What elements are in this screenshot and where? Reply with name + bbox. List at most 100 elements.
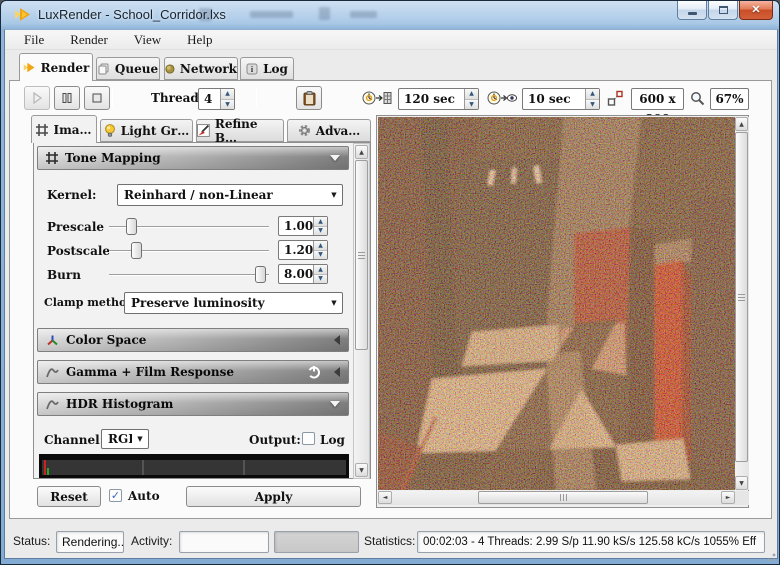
spin-up-icon[interactable]: ▲ <box>586 89 599 100</box>
tab-network[interactable]: Network <box>164 57 238 80</box>
burn-value: 8.000 <box>279 265 313 283</box>
prescale-stepper[interactable]: 1.000 ▲▼ <box>278 216 328 236</box>
apply-button[interactable]: Apply <box>186 486 361 507</box>
spin-down-icon[interactable]: ▼ <box>221 100 234 110</box>
spin-up-icon[interactable]: ▲ <box>314 241 327 251</box>
postscale-label: Postscale <box>47 244 110 258</box>
burn-slider[interactable] <box>109 274 269 276</box>
prescale-slider-handle[interactable] <box>126 218 137 235</box>
auto-checkbox[interactable]: ✓ <box>109 489 122 502</box>
chevron-down-icon <box>330 401 340 407</box>
spin-down-icon[interactable]: ▼ <box>314 251 327 260</box>
maximize-button[interactable] <box>708 1 738 20</box>
postscale-stepper[interactable]: 1.200 ▲▼ <box>278 240 328 260</box>
color-space-header[interactable]: Color Space <box>37 328 349 352</box>
spin-down-icon[interactable]: ▼ <box>314 227 327 236</box>
preview-horizontal-scrollbar[interactable]: ◄ ► <box>378 491 735 505</box>
preview-hscroll-thumb[interactable] <box>478 491 648 504</box>
resolution-field[interactable]: 600 x 800 <box>631 88 684 110</box>
spin-up-icon[interactable]: ▲ <box>221 89 234 100</box>
tab-refine-brush[interactable]: Refine B… <box>196 119 284 142</box>
tab-light-groups[interactable]: Light Gr… <box>100 119 193 142</box>
chevron-left-icon <box>334 335 340 345</box>
pages-icon <box>98 63 110 75</box>
spinner-buttons[interactable]: ▲▼ <box>585 89 599 109</box>
resume-render-button[interactable] <box>24 86 50 110</box>
tab-advanced[interactable]: Adva… <box>287 119 371 142</box>
gamma-film-response-header[interactable]: Gamma + Film Response <box>37 360 349 384</box>
threads-stepper[interactable]: 4 ▲▼ <box>198 88 235 110</box>
copy-to-clipboard-button[interactable] <box>296 86 322 110</box>
titlebar[interactable]: LuxRender - School_Corridor.lxs ✕ <box>1 1 780 29</box>
log-checkbox[interactable] <box>302 432 315 445</box>
tone-mapping-header[interactable]: Tone Mapping <box>37 146 349 170</box>
pause-render-button[interactable] <box>54 86 80 110</box>
scroll-down-icon[interactable]: ▼ <box>355 463 368 477</box>
panel-scrollbar-thumb[interactable] <box>355 160 368 350</box>
channel-select[interactable]: RGB ▼ <box>101 429 149 449</box>
pause-icon <box>61 92 73 104</box>
postscale-slider-handle[interactable] <box>131 242 142 259</box>
spinner-buttons[interactable]: ▲▼ <box>464 89 478 109</box>
statistics-label: Statistics: <box>364 534 415 548</box>
gear-icon <box>298 124 311 137</box>
kernel-value: Reinhard / non-Linear <box>118 188 326 202</box>
burn-slider-handle[interactable] <box>255 266 266 283</box>
tab-imaging[interactable]: Ima… <box>31 115 97 143</box>
scroll-right-icon[interactable]: ► <box>721 491 735 504</box>
minimize-button[interactable] <box>677 1 707 20</box>
preview-vertical-scrollbar[interactable]: ▲ ▼ <box>735 117 749 490</box>
scroll-up-icon[interactable]: ▲ <box>355 145 368 159</box>
spinner-buttons[interactable]: ▲▼ <box>313 217 327 235</box>
scroll-left-icon[interactable]: ◄ <box>378 491 392 504</box>
render-preview-frame: ▲ ▼ ◄ ► <box>376 115 749 508</box>
tab-label: Render <box>41 61 90 75</box>
scroll-down-icon[interactable]: ▼ <box>735 476 748 490</box>
luxrender-logo-icon <box>23 62 36 73</box>
kernel-select[interactable]: Reinhard / non-Linear ▼ <box>117 184 343 206</box>
menu-file[interactable]: File <box>11 31 57 49</box>
spin-up-icon[interactable]: ▲ <box>314 265 327 275</box>
reset-button[interactable]: Reset <box>37 486 101 507</box>
spin-down-icon[interactable]: ▼ <box>465 100 478 110</box>
clamp-method-value: Preserve luminosity <box>125 296 326 310</box>
status-value-field: Rendering... <box>56 531 124 553</box>
threads-value: 4 <box>199 89 220 109</box>
scroll-up-icon[interactable]: ▲ <box>735 117 748 131</box>
stop-render-button[interactable] <box>84 86 110 110</box>
spin-down-icon[interactable]: ▼ <box>586 100 599 110</box>
menu-help[interactable]: Help <box>174 31 225 49</box>
preview-vscroll-thumb[interactable] <box>735 132 748 462</box>
tab-queue[interactable]: Queue <box>96 57 160 80</box>
close-button[interactable]: ✕ <box>739 1 773 20</box>
tab-label: Network <box>180 62 237 76</box>
status-bar: Status: Rendering... Activity: Statistic… <box>5 523 777 559</box>
display-interval-clock-icon <box>487 90 517 107</box>
spinner-buttons[interactable]: ▲▼ <box>313 241 327 259</box>
power-toggle-icon[interactable] <box>307 365 321 379</box>
spinner-buttons[interactable]: ▲▼ <box>220 89 234 109</box>
hdr-histogram-header[interactable]: HDR Histogram <box>37 392 349 416</box>
tab-log[interactable]: i Log <box>240 57 294 80</box>
clamp-method-select[interactable]: Preserve luminosity ▼ <box>124 292 343 314</box>
save-interval-stepper[interactable]: 120 sec ▲▼ <box>398 88 479 110</box>
info-icon: i <box>246 63 258 75</box>
window-title: LuxRender - School_Corridor.lxs <box>38 7 226 22</box>
spin-down-icon[interactable]: ▼ <box>314 275 327 284</box>
display-interval-stepper[interactable]: 10 sec ▲▼ <box>522 88 600 110</box>
close-icon: ✕ <box>751 2 760 19</box>
display-interval-value: 10 sec <box>523 89 585 109</box>
spinner-buttons[interactable]: ▲▼ <box>313 265 327 283</box>
tab-render[interactable]: Render <box>19 53 93 81</box>
menu-render[interactable]: Render <box>57 31 121 49</box>
resolution-icon <box>607 90 624 107</box>
tab-label: Light Gr… <box>121 124 189 138</box>
menu-view[interactable]: View <box>121 31 174 49</box>
spin-up-icon[interactable]: ▲ <box>465 89 478 100</box>
render-preview-image[interactable] <box>378 117 735 490</box>
panel-scrollbar[interactable]: ▲ ▼ <box>353 143 370 479</box>
button-label: Reset <box>50 490 88 504</box>
burn-stepper[interactable]: 8.000 ▲▼ <box>278 264 328 284</box>
zoom-level-field[interactable]: 67% <box>710 88 749 110</box>
spin-up-icon[interactable]: ▲ <box>314 217 327 227</box>
